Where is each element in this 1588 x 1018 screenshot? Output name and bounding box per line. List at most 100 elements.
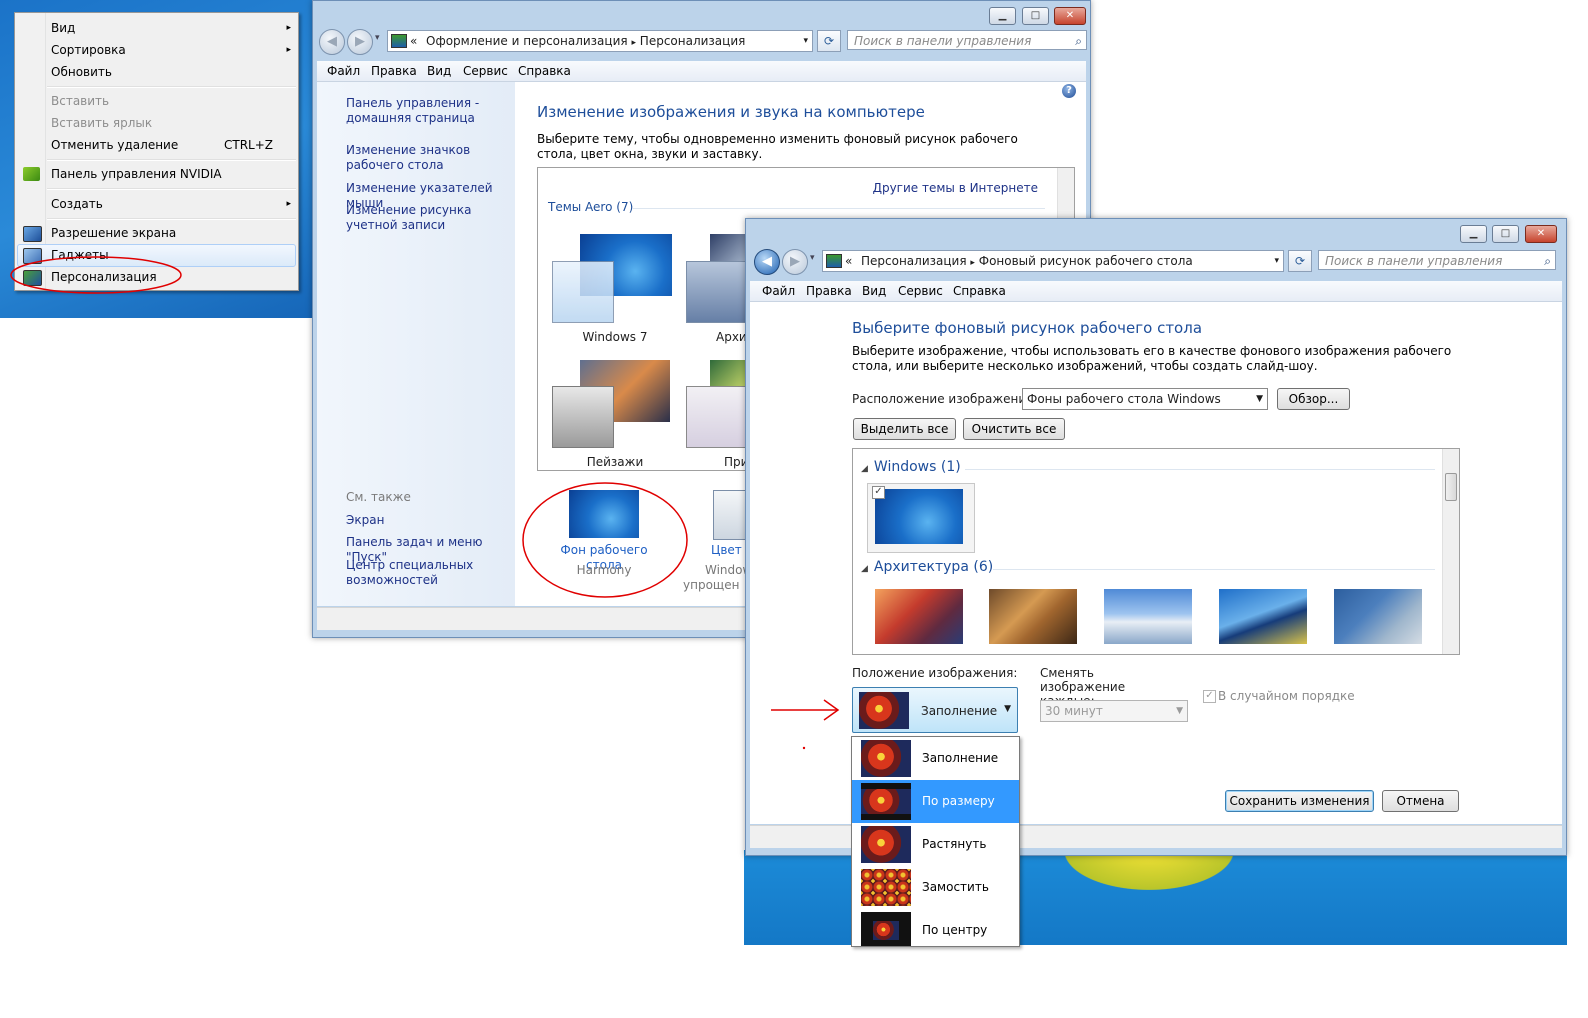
option-label: По размеру	[922, 794, 995, 808]
address-dropdown-icon[interactable]: ▾	[1274, 251, 1279, 271]
menu-tools[interactable]: Сервис	[898, 284, 943, 298]
menu-help[interactable]: Справка	[953, 284, 1006, 298]
wallpaper-thumbnail[interactable]	[1219, 589, 1307, 644]
link-display[interactable]: Экран	[346, 513, 384, 528]
menu-item-screen-resolution[interactable]: Разрешение экрана	[51, 223, 291, 243]
breadcrumb-desktop-background[interactable]: Фоновый рисунок рабочего стола	[979, 254, 1193, 268]
browse-button[interactable]: Обзор...	[1277, 388, 1350, 410]
link-window-color[interactable]: Цвет	[711, 543, 742, 558]
menu-separator	[47, 188, 296, 190]
forward-button[interactable]: ▶	[347, 29, 373, 55]
position-preview-icon	[859, 692, 909, 729]
close-button[interactable]: ✕	[1054, 7, 1086, 25]
close-button[interactable]: ✕	[1525, 225, 1557, 243]
address-prefix: «	[410, 34, 418, 48]
wallpaper-thumbnail	[875, 489, 963, 544]
refresh-button[interactable]: ⟳	[1288, 250, 1312, 272]
theme-label-windows7: Windows 7	[582, 330, 648, 344]
refresh-button[interactable]: ⟳	[817, 30, 841, 52]
left-task-pane: Панель управления - домашняя страница Из…	[317, 82, 515, 606]
menu-view[interactable]: Вид	[427, 64, 451, 78]
wallpaper-thumbnail[interactable]	[875, 589, 963, 644]
group-header-architecture[interactable]: ◢ Архитектура (6)	[861, 559, 993, 575]
menu-bar: Файл Правка Вид Сервис Справка	[750, 281, 1562, 302]
wallpaper-checkbox[interactable]: ✓	[872, 486, 885, 499]
wallpaper-list-scrollbar[interactable]	[1442, 449, 1459, 654]
back-button[interactable]: ◀	[319, 29, 345, 55]
submenu-arrow-icon: ▸	[286, 23, 291, 33]
link-control-panel-home[interactable]: Панель управления - домашняя страница	[346, 96, 506, 126]
cancel-button[interactable]: Отмена	[1382, 790, 1459, 812]
save-changes-button[interactable]: Сохранить изменения	[1225, 790, 1374, 812]
menu-item-new[interactable]: Создать ▸	[51, 194, 291, 214]
menu-file[interactable]: Файл	[762, 284, 795, 298]
link-change-account-picture[interactable]: Изменение рисунка учетной записи	[346, 203, 511, 233]
wallpaper-thumbnail[interactable]	[1104, 589, 1192, 644]
minimize-button[interactable]: ▁	[1460, 225, 1487, 243]
link-more-themes-online[interactable]: Другие темы в Интернете	[873, 181, 1038, 196]
link-ease-of-access[interactable]: Центр специальных возможностей	[346, 558, 496, 588]
maximize-button[interactable]: □	[1492, 225, 1519, 243]
minimize-button[interactable]: ▁	[989, 7, 1016, 25]
annotation-ellipse-desktop-background	[522, 482, 688, 598]
address-bar[interactable]: « Персонализация ▸ Фоновый рисунок рабоч…	[822, 250, 1284, 272]
forward-button[interactable]: ▶	[782, 249, 808, 275]
change-interval-select[interactable]: 30 минут ▼	[1040, 700, 1188, 722]
menu-help[interactable]: Справка	[518, 64, 571, 78]
menu-view[interactable]: Вид	[862, 284, 886, 298]
wallpaper-thumbnail[interactable]	[989, 589, 1077, 644]
option-stretch[interactable]: Растянуть	[852, 823, 1019, 866]
back-button[interactable]: ◀	[754, 249, 780, 275]
breadcrumb-personalization[interactable]: Персонализация	[861, 254, 967, 268]
address-bar[interactable]: « Оформление и персонализация ▸ Персонал…	[387, 30, 813, 52]
help-icon[interactable]: ?	[1062, 84, 1076, 98]
scrollbar-thumb[interactable]	[1445, 473, 1457, 501]
option-fill[interactable]: Заполнение	[852, 737, 1019, 780]
group-header-windows[interactable]: ◢ Windows (1)	[861, 459, 961, 475]
recent-pages-dropdown[interactable]: ▾	[375, 33, 380, 43]
menu-item-sort[interactable]: Сортировка ▸	[51, 40, 291, 60]
breadcrumb-appearance[interactable]: Оформление и персонализация	[426, 34, 628, 48]
search-input[interactable]: Поиск в панели управления ⌕	[1318, 250, 1556, 270]
menu-item-view[interactable]: Вид ▸	[51, 18, 291, 38]
breadcrumb-personalization[interactable]: Персонализация	[640, 34, 746, 48]
clear-all-button[interactable]: Очистить все	[963, 418, 1065, 440]
picture-location-label: Расположение изображения:	[852, 392, 1038, 406]
annotation-ellipse-personalization	[10, 256, 182, 294]
fill-option-icon	[861, 740, 911, 777]
menu-edit[interactable]: Правка	[806, 284, 852, 298]
menu-item-label: Панель управления NVIDIA	[51, 167, 222, 181]
maximize-button[interactable]: □	[1022, 7, 1049, 25]
menu-item-nvidia[interactable]: Панель управления NVIDIA	[51, 164, 291, 184]
dropdown-arrow-icon: ▼	[1256, 394, 1263, 404]
option-fit[interactable]: По размеру	[852, 780, 1019, 823]
option-tile[interactable]: Замостить	[852, 866, 1019, 909]
menu-file[interactable]: Файл	[327, 64, 360, 78]
select-all-button[interactable]: Выделить все	[853, 418, 956, 440]
address-path: Оформление и персонализация ▸ Персонализ…	[426, 31, 745, 53]
shuffle-checkbox[interactable]: ✓	[1203, 690, 1216, 703]
group-divider	[633, 208, 1045, 209]
menu-separator	[47, 218, 296, 220]
link-change-desktop-icons[interactable]: Изменение значков рабочего стола	[346, 143, 511, 173]
search-input[interactable]: Поиск в панели управления ⌕	[847, 30, 1087, 50]
wallpaper-tile-selected[interactable]: ✓	[867, 483, 975, 553]
menu-tools[interactable]: Сервис	[463, 64, 508, 78]
address-dropdown-icon[interactable]: ▾	[803, 31, 808, 51]
option-label: Замостить	[922, 880, 989, 894]
picture-position-select[interactable]: Заполнение ▼	[852, 687, 1018, 733]
search-icon[interactable]: ⌕	[1544, 251, 1551, 271]
menu-edit[interactable]: Правка	[371, 64, 417, 78]
wallpaper-thumbnail[interactable]	[1334, 589, 1422, 644]
picture-location-select[interactable]: Фоны рабочего стола Windows ▼	[1022, 388, 1268, 410]
menu-item-refresh[interactable]: Обновить	[51, 62, 291, 82]
desktop-context-menu: Вид ▸ Сортировка ▸ Обновить Вставить Встав…	[14, 12, 299, 291]
menu-item-undo-delete[interactable]: Отменить удаление CTRL+Z	[51, 135, 291, 155]
theme-list-scrollbar[interactable]	[1057, 168, 1074, 218]
desktop-flower-art	[1064, 850, 1234, 890]
option-center[interactable]: По центру	[852, 909, 1019, 946]
picture-position-value: Заполнение	[921, 704, 998, 718]
breadcrumb-separator-icon: ▸	[970, 258, 975, 268]
search-icon[interactable]: ⌕	[1075, 31, 1082, 51]
recent-pages-dropdown[interactable]: ▾	[810, 253, 815, 263]
